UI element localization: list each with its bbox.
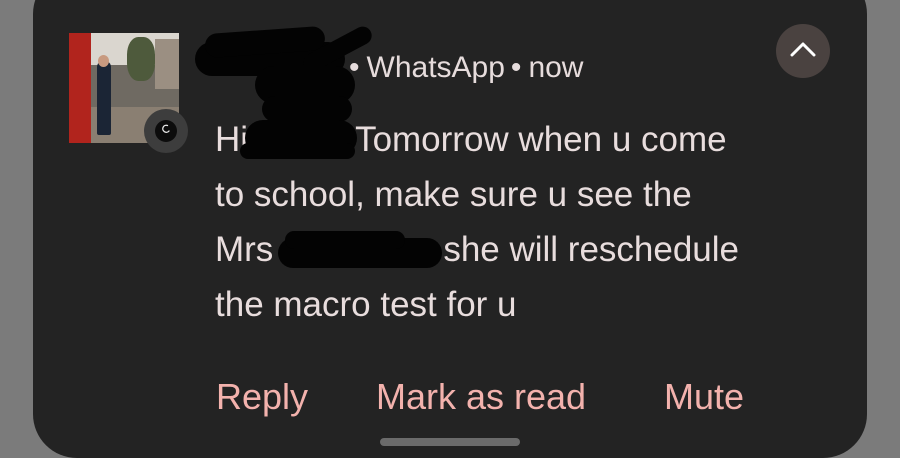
avatar-building [155,39,179,89]
message-text: Mrs [215,230,274,269]
message-text: the macro test for u [215,285,517,324]
message-text: she will reschedule [443,230,740,269]
avatar-person-head [98,55,109,67]
message-text: Tomorrow when u come [355,120,727,159]
chevron-up-icon [790,41,816,62]
header-separator: • [349,51,360,84]
mark-as-read-button[interactable]: Mark as read [376,372,586,422]
message-text: to school, make sure u see the [215,175,692,214]
whatsapp-glyph-icon [160,122,172,140]
drag-handle[interactable] [380,438,520,446]
collapse-button[interactable] [776,24,830,78]
avatar-red-door [69,33,91,143]
app-badge [144,109,188,153]
redacted-name-line1-tail [240,143,355,159]
notification-header: • WhatsApp • now [343,48,583,88]
header-separator: • [510,51,522,84]
reply-button[interactable]: Reply [216,372,308,422]
avatar-tree [127,37,155,81]
redacted-name-line3-tail [285,231,405,249]
notification-time: now [528,51,584,84]
action-bar: Reply Mark as read Mute [0,372,900,422]
app-name: WhatsApp [366,51,505,84]
avatar-person [97,61,111,135]
mute-button[interactable]: Mute [664,372,744,422]
